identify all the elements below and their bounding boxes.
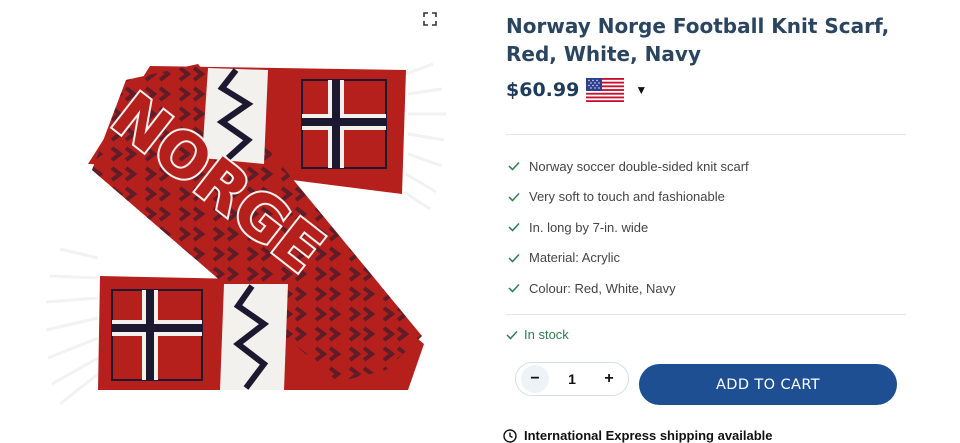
divider <box>506 134 906 135</box>
check-icon <box>508 284 520 293</box>
caret-down-icon[interactable]: ▼ <box>635 83 647 97</box>
list-item: Colour: Red, White, Navy <box>506 273 749 304</box>
stock-status: In stock <box>506 327 569 342</box>
product-image[interactable]: NORGE <box>38 44 452 420</box>
check-icon <box>508 162 520 171</box>
divider <box>506 314 906 315</box>
product-gallery: NORGE <box>0 0 460 441</box>
clock-icon <box>503 428 517 443</box>
expand-icon[interactable] <box>423 12 437 26</box>
stock-label: In stock <box>524 327 569 342</box>
feature-text: In. long by 7-in. wide <box>529 219 649 235</box>
us-flag-icon[interactable] <box>586 78 625 102</box>
list-item: In. long by 7-in. wide <box>506 212 749 243</box>
check-icon <box>508 192 520 202</box>
quantity-increase-button[interactable]: + <box>595 365 623 393</box>
quantity-decrease-button[interactable]: − <box>521 365 549 393</box>
add-to-cart-button[interactable]: ADD TO CART <box>639 364 897 405</box>
check-icon <box>506 330 518 340</box>
feature-text: Colour: Red, White, Navy <box>529 280 676 296</box>
product-price: $60.99 <box>506 79 580 101</box>
product-title: Norway Norge Football Knit Scarf, Red, W… <box>506 14 890 66</box>
feature-text: Material: Acrylic <box>529 250 621 266</box>
list-item: Norway soccer double-sided knit scarf <box>506 151 749 182</box>
feature-text: Norway soccer double-sided knit scarf <box>529 158 749 174</box>
norway-flag-bottom <box>111 289 203 381</box>
list-item: Material: Acrylic <box>506 243 749 274</box>
feature-text: Very soft to touch and fashionable <box>529 189 725 205</box>
quantity-stepper: − 1 + <box>515 362 629 396</box>
price-row: $60.99 ▼ <box>506 78 647 102</box>
list-item: Very soft to touch and fashionable <box>506 182 749 213</box>
check-icon <box>508 223 520 232</box>
check-icon <box>508 253 520 263</box>
norway-flag-top <box>301 79 387 169</box>
quantity-value[interactable]: 1 <box>568 371 576 387</box>
feature-list: Norway soccer double-sided knit scarf Ve… <box>506 151 749 304</box>
